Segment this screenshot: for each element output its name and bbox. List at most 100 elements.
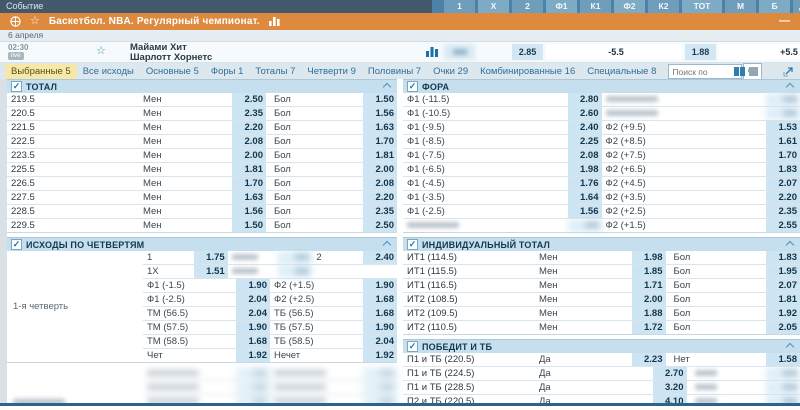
- minimize-icon[interactable]: —: [779, 13, 790, 30]
- column-header-М[interactable]: М: [725, 0, 756, 13]
- odds-value[interactable]: 2.07: [766, 279, 800, 292]
- odds-value[interactable]: 4.10: [653, 395, 687, 403]
- odds-value[interactable]: 1.98: [632, 251, 666, 264]
- league-stats-icon[interactable]: [269, 17, 280, 26]
- odds-value[interactable]: 2.00: [363, 163, 397, 176]
- event-odds-Ф1[interactable]: -5.5: [546, 44, 682, 60]
- column-header-К2[interactable]: К2: [648, 0, 679, 13]
- odds-value[interactable]: 1.90: [363, 279, 397, 292]
- checkbox-checked-icon[interactable]: ✓: [407, 81, 418, 92]
- odds-value[interactable]: 1.85: [632, 265, 666, 278]
- column-header-2[interactable]: 2: [512, 0, 543, 13]
- chevron-up-icon[interactable]: [786, 82, 794, 90]
- column-header-X[interactable]: X: [478, 0, 509, 13]
- event-odds-1[interactable]: [444, 44, 475, 60]
- odds-value[interactable]: 1.56: [363, 107, 397, 120]
- odds-value[interactable]: 2.00: [632, 293, 666, 306]
- event-odds-К1[interactable]: 1.88: [685, 44, 716, 60]
- odds-value[interactable]: 1.72: [632, 321, 666, 334]
- odds-value[interactable]: 2.23: [632, 353, 666, 366]
- odds-value[interactable]: 1.50: [363, 93, 397, 106]
- odds-value[interactable]: 1.92: [236, 349, 270, 362]
- chevron-up-icon[interactable]: [786, 342, 794, 350]
- tab-Четверти 9[interactable]: Четверти 9: [301, 64, 362, 79]
- odds-value[interactable]: 2.25: [568, 135, 602, 148]
- chevron-up-icon[interactable]: [383, 82, 391, 90]
- odds-value[interactable]: 1.70: [232, 177, 266, 190]
- tab-Специальные 8[interactable]: Специальные 8: [581, 64, 662, 79]
- odds-value[interactable]: 2.04: [236, 293, 270, 306]
- odds-value[interactable]: 1.90: [363, 321, 397, 334]
- column-header-Б[interactable]: Б: [759, 0, 790, 13]
- tab-Выбранные 5[interactable]: Выбранные 5: [5, 64, 77, 79]
- odds-value[interactable]: 1.63: [232, 191, 266, 204]
- odds-value[interactable]: 1.76: [568, 177, 602, 190]
- odds-value[interactable]: 1.53: [766, 121, 800, 134]
- odds-value[interactable]: 2.80: [568, 93, 602, 106]
- odds-value[interactable]: 1.75: [194, 251, 228, 264]
- event-favorite-star-icon[interactable]: ☆: [96, 45, 106, 57]
- chevron-up-icon[interactable]: [786, 240, 794, 248]
- event-odds-Ф2[interactable]: +5.5: [719, 44, 800, 60]
- column-header-Ф2[interactable]: Ф2: [614, 0, 645, 13]
- column-header-Ф1[interactable]: Ф1: [546, 0, 577, 13]
- odds-value[interactable]: 1.81: [766, 293, 800, 306]
- tab-Все исходы[interactable]: Все исходы: [77, 64, 140, 79]
- odds-value[interactable]: 2.20: [766, 191, 800, 204]
- odds-value[interactable]: 1.83: [766, 251, 800, 264]
- odds-value[interactable]: 2.08: [568, 149, 602, 162]
- search-input[interactable]: [668, 64, 742, 79]
- odds-value[interactable]: 1.68: [363, 307, 397, 320]
- odds-value[interactable]: 2.20: [363, 191, 397, 204]
- odds-value[interactable]: 2.05: [766, 321, 800, 334]
- odds-value[interactable]: 2.50: [232, 93, 266, 106]
- odds-value[interactable]: 3.20: [653, 381, 687, 394]
- odds-value[interactable]: 1.81: [363, 149, 397, 162]
- odds-value[interactable]: 2.04: [363, 335, 397, 348]
- odds-value[interactable]: 2.35: [232, 107, 266, 120]
- odds-value[interactable]: 1.63: [363, 121, 397, 134]
- odds-value[interactable]: 1.90: [236, 279, 270, 292]
- odds-value[interactable]: 1.83: [766, 163, 800, 176]
- tab-Комбинированные 16[interactable]: Комбинированные 16: [474, 64, 581, 79]
- odds-value[interactable]: 1.70: [363, 135, 397, 148]
- odds-value[interactable]: 2.08: [232, 135, 266, 148]
- odds-value[interactable]: 1.92: [766, 307, 800, 320]
- event-odds-2[interactable]: 2.85: [512, 44, 543, 60]
- odds-value[interactable]: 2.40: [363, 251, 397, 264]
- odds-value[interactable]: 1.88: [632, 307, 666, 320]
- checkbox-checked-icon[interactable]: ✓: [407, 239, 418, 250]
- odds-value[interactable]: 1.61: [766, 135, 800, 148]
- single-column-view-icon[interactable]: [749, 67, 758, 76]
- odds-value[interactable]: 2.04: [236, 307, 270, 320]
- odds-value[interactable]: 1.90: [236, 321, 270, 334]
- odds-value[interactable]: 1.70: [766, 149, 800, 162]
- odds-value[interactable]: 1.68: [363, 293, 397, 306]
- odds-value[interactable]: 1.50: [232, 219, 266, 232]
- odds-value[interactable]: 2.00: [232, 149, 266, 162]
- odds-value[interactable]: 2.35: [363, 205, 397, 218]
- checkbox-checked-icon[interactable]: ✓: [11, 81, 22, 92]
- odds-value[interactable]: 2.40: [568, 121, 602, 134]
- checkbox-checked-icon[interactable]: ✓: [407, 341, 418, 352]
- tab-Форы 1[interactable]: Форы 1: [205, 64, 250, 79]
- odds-value[interactable]: 1.56: [232, 205, 266, 218]
- odds-value[interactable]: 1.98: [568, 163, 602, 176]
- tab-Очки 29[interactable]: Очки 29: [427, 64, 474, 79]
- odds-value[interactable]: 1.56: [568, 205, 602, 218]
- odds-value[interactable]: 1.71: [632, 279, 666, 292]
- odds-value[interactable]: 2.08: [363, 177, 397, 190]
- odds-value[interactable]: 1.51: [194, 265, 228, 278]
- column-header-ДОП[interactable]: ДОП: [793, 0, 800, 13]
- event-teams[interactable]: Майами Хит Шарлотт Хорнетс: [130, 42, 212, 63]
- expand-window-icon[interactable]: [783, 66, 794, 77]
- odds-value[interactable]: 2.55: [766, 219, 800, 232]
- odds-value[interactable]: 2.60: [568, 107, 602, 120]
- chevron-up-icon[interactable]: [383, 240, 391, 248]
- odds-value[interactable]: 1.81: [232, 163, 266, 176]
- odds-value[interactable]: 2.07: [766, 177, 800, 190]
- odds-value[interactable]: 1.92: [363, 349, 397, 362]
- odds-value[interactable]: 1.68: [236, 335, 270, 348]
- odds-value[interactable]: 2.50: [363, 219, 397, 232]
- odds-value[interactable]: 1.64: [568, 191, 602, 204]
